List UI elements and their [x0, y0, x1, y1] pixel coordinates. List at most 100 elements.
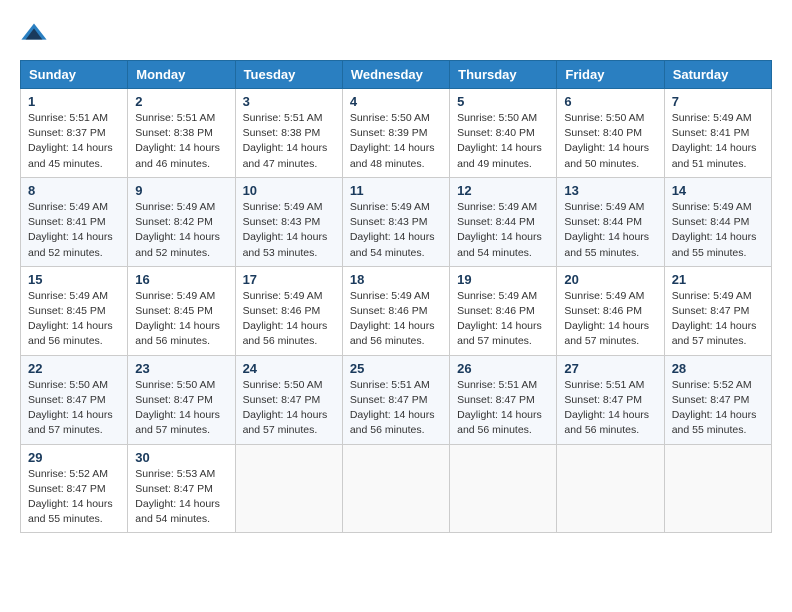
day-number: 25 — [350, 361, 442, 376]
calendar-cell: 6 Sunrise: 5:50 AMSunset: 8:40 PMDayligh… — [557, 89, 664, 178]
logo — [20, 20, 52, 48]
cell-info: Sunrise: 5:49 AMSunset: 8:44 PMDaylight:… — [457, 201, 542, 259]
calendar-week-row: 29 Sunrise: 5:52 AMSunset: 8:47 PMDaylig… — [21, 444, 772, 533]
day-number: 15 — [28, 272, 120, 287]
day-number: 17 — [243, 272, 335, 287]
calendar-cell: 16 Sunrise: 5:49 AMSunset: 8:45 PMDaylig… — [128, 266, 235, 355]
calendar-cell: 19 Sunrise: 5:49 AMSunset: 8:46 PMDaylig… — [450, 266, 557, 355]
day-number: 1 — [28, 94, 120, 109]
day-number: 21 — [672, 272, 764, 287]
logo-icon — [20, 20, 48, 48]
calendar-cell — [235, 444, 342, 533]
header-row: SundayMondayTuesdayWednesdayThursdayFrid… — [21, 61, 772, 89]
cell-info: Sunrise: 5:50 AMSunset: 8:47 PMDaylight:… — [135, 379, 220, 437]
day-number: 14 — [672, 183, 764, 198]
cell-info: Sunrise: 5:49 AMSunset: 8:46 PMDaylight:… — [457, 290, 542, 348]
weekday-header: Saturday — [664, 61, 771, 89]
calendar-body: 1 Sunrise: 5:51 AMSunset: 8:37 PMDayligh… — [21, 89, 772, 533]
calendar-cell — [557, 444, 664, 533]
calendar-cell: 27 Sunrise: 5:51 AMSunset: 8:47 PMDaylig… — [557, 355, 664, 444]
calendar-cell: 9 Sunrise: 5:49 AMSunset: 8:42 PMDayligh… — [128, 177, 235, 266]
day-number: 30 — [135, 450, 227, 465]
calendar-week-row: 15 Sunrise: 5:49 AMSunset: 8:45 PMDaylig… — [21, 266, 772, 355]
cell-info: Sunrise: 5:49 AMSunset: 8:46 PMDaylight:… — [350, 290, 435, 348]
day-number: 3 — [243, 94, 335, 109]
cell-info: Sunrise: 5:49 AMSunset: 8:41 PMDaylight:… — [672, 112, 757, 170]
day-number: 24 — [243, 361, 335, 376]
calendar-cell: 4 Sunrise: 5:50 AMSunset: 8:39 PMDayligh… — [342, 89, 449, 178]
calendar-cell: 10 Sunrise: 5:49 AMSunset: 8:43 PMDaylig… — [235, 177, 342, 266]
calendar-cell: 22 Sunrise: 5:50 AMSunset: 8:47 PMDaylig… — [21, 355, 128, 444]
cell-info: Sunrise: 5:49 AMSunset: 8:45 PMDaylight:… — [28, 290, 113, 348]
page-header — [20, 20, 772, 48]
cell-info: Sunrise: 5:49 AMSunset: 8:46 PMDaylight:… — [564, 290, 649, 348]
calendar-cell: 8 Sunrise: 5:49 AMSunset: 8:41 PMDayligh… — [21, 177, 128, 266]
calendar-cell: 20 Sunrise: 5:49 AMSunset: 8:46 PMDaylig… — [557, 266, 664, 355]
calendar-cell: 24 Sunrise: 5:50 AMSunset: 8:47 PMDaylig… — [235, 355, 342, 444]
cell-info: Sunrise: 5:49 AMSunset: 8:42 PMDaylight:… — [135, 201, 220, 259]
cell-info: Sunrise: 5:51 AMSunset: 8:37 PMDaylight:… — [28, 112, 113, 170]
day-number: 4 — [350, 94, 442, 109]
cell-info: Sunrise: 5:50 AMSunset: 8:40 PMDaylight:… — [457, 112, 542, 170]
calendar-header: SundayMondayTuesdayWednesdayThursdayFrid… — [21, 61, 772, 89]
calendar-cell: 14 Sunrise: 5:49 AMSunset: 8:44 PMDaylig… — [664, 177, 771, 266]
day-number: 19 — [457, 272, 549, 287]
day-number: 8 — [28, 183, 120, 198]
weekday-header: Thursday — [450, 61, 557, 89]
cell-info: Sunrise: 5:51 AMSunset: 8:38 PMDaylight:… — [243, 112, 328, 170]
cell-info: Sunrise: 5:49 AMSunset: 8:41 PMDaylight:… — [28, 201, 113, 259]
cell-info: Sunrise: 5:51 AMSunset: 8:47 PMDaylight:… — [564, 379, 649, 437]
day-number: 11 — [350, 183, 442, 198]
calendar-cell: 7 Sunrise: 5:49 AMSunset: 8:41 PMDayligh… — [664, 89, 771, 178]
calendar-cell: 25 Sunrise: 5:51 AMSunset: 8:47 PMDaylig… — [342, 355, 449, 444]
cell-info: Sunrise: 5:49 AMSunset: 8:44 PMDaylight:… — [564, 201, 649, 259]
cell-info: Sunrise: 5:49 AMSunset: 8:44 PMDaylight:… — [672, 201, 757, 259]
day-number: 2 — [135, 94, 227, 109]
calendar-cell: 28 Sunrise: 5:52 AMSunset: 8:47 PMDaylig… — [664, 355, 771, 444]
calendar-cell: 13 Sunrise: 5:49 AMSunset: 8:44 PMDaylig… — [557, 177, 664, 266]
weekday-header: Sunday — [21, 61, 128, 89]
calendar-cell: 23 Sunrise: 5:50 AMSunset: 8:47 PMDaylig… — [128, 355, 235, 444]
calendar-cell: 3 Sunrise: 5:51 AMSunset: 8:38 PMDayligh… — [235, 89, 342, 178]
cell-info: Sunrise: 5:50 AMSunset: 8:47 PMDaylight:… — [28, 379, 113, 437]
calendar-cell — [664, 444, 771, 533]
calendar-cell: 1 Sunrise: 5:51 AMSunset: 8:37 PMDayligh… — [21, 89, 128, 178]
calendar-cell: 18 Sunrise: 5:49 AMSunset: 8:46 PMDaylig… — [342, 266, 449, 355]
calendar-week-row: 22 Sunrise: 5:50 AMSunset: 8:47 PMDaylig… — [21, 355, 772, 444]
day-number: 23 — [135, 361, 227, 376]
cell-info: Sunrise: 5:49 AMSunset: 8:45 PMDaylight:… — [135, 290, 220, 348]
day-number: 13 — [564, 183, 656, 198]
cell-info: Sunrise: 5:51 AMSunset: 8:38 PMDaylight:… — [135, 112, 220, 170]
cell-info: Sunrise: 5:51 AMSunset: 8:47 PMDaylight:… — [457, 379, 542, 437]
day-number: 29 — [28, 450, 120, 465]
calendar-cell: 11 Sunrise: 5:49 AMSunset: 8:43 PMDaylig… — [342, 177, 449, 266]
cell-info: Sunrise: 5:49 AMSunset: 8:43 PMDaylight:… — [350, 201, 435, 259]
day-number: 12 — [457, 183, 549, 198]
day-number: 10 — [243, 183, 335, 198]
cell-info: Sunrise: 5:49 AMSunset: 8:46 PMDaylight:… — [243, 290, 328, 348]
calendar-cell: 26 Sunrise: 5:51 AMSunset: 8:47 PMDaylig… — [450, 355, 557, 444]
day-number: 26 — [457, 361, 549, 376]
calendar-cell: 15 Sunrise: 5:49 AMSunset: 8:45 PMDaylig… — [21, 266, 128, 355]
calendar-cell: 2 Sunrise: 5:51 AMSunset: 8:38 PMDayligh… — [128, 89, 235, 178]
calendar-week-row: 1 Sunrise: 5:51 AMSunset: 8:37 PMDayligh… — [21, 89, 772, 178]
cell-info: Sunrise: 5:52 AMSunset: 8:47 PMDaylight:… — [28, 468, 113, 526]
calendar-cell: 29 Sunrise: 5:52 AMSunset: 8:47 PMDaylig… — [21, 444, 128, 533]
cell-info: Sunrise: 5:53 AMSunset: 8:47 PMDaylight:… — [135, 468, 220, 526]
calendar-cell — [450, 444, 557, 533]
cell-info: Sunrise: 5:49 AMSunset: 8:43 PMDaylight:… — [243, 201, 328, 259]
cell-info: Sunrise: 5:50 AMSunset: 8:47 PMDaylight:… — [243, 379, 328, 437]
day-number: 9 — [135, 183, 227, 198]
calendar-table: SundayMondayTuesdayWednesdayThursdayFrid… — [20, 60, 772, 533]
day-number: 20 — [564, 272, 656, 287]
calendar-cell: 12 Sunrise: 5:49 AMSunset: 8:44 PMDaylig… — [450, 177, 557, 266]
weekday-header: Monday — [128, 61, 235, 89]
day-number: 7 — [672, 94, 764, 109]
cell-info: Sunrise: 5:49 AMSunset: 8:47 PMDaylight:… — [672, 290, 757, 348]
cell-info: Sunrise: 5:51 AMSunset: 8:47 PMDaylight:… — [350, 379, 435, 437]
calendar-week-row: 8 Sunrise: 5:49 AMSunset: 8:41 PMDayligh… — [21, 177, 772, 266]
day-number: 6 — [564, 94, 656, 109]
day-number: 5 — [457, 94, 549, 109]
weekday-header: Friday — [557, 61, 664, 89]
cell-info: Sunrise: 5:50 AMSunset: 8:40 PMDaylight:… — [564, 112, 649, 170]
